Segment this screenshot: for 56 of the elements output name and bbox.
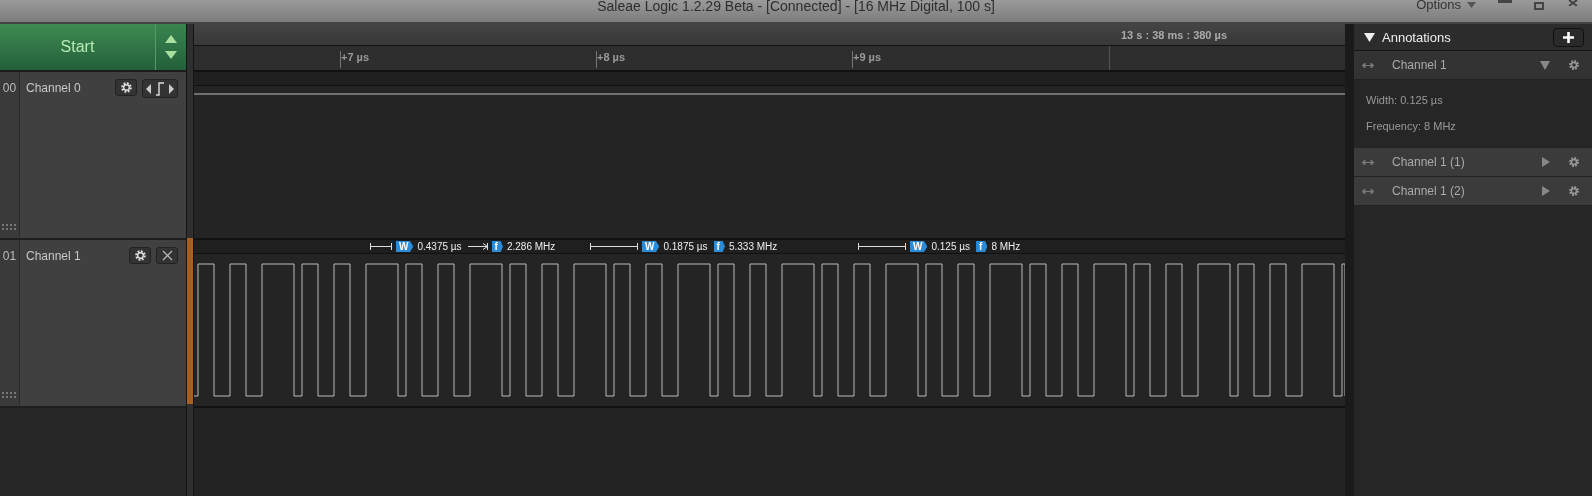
annotation-name: Channel 1 bbox=[1392, 58, 1448, 72]
collapse-icon[interactable] bbox=[1364, 32, 1375, 42]
frequency-value: 2.286 MHz bbox=[506, 241, 556, 252]
width-arrow-icon bbox=[370, 243, 392, 250]
trigger-control[interactable] bbox=[142, 79, 178, 98]
restore-icon[interactable] bbox=[1534, 0, 1546, 10]
width-tag: W bbox=[910, 241, 928, 252]
minimize-icon[interactable] bbox=[1498, 0, 1512, 4]
time-tick-label: +7 µs bbox=[340, 51, 370, 68]
resize-grip-icon[interactable] bbox=[2, 392, 16, 398]
cursor-time: 13 s : 38 ms : 380 µs bbox=[1121, 28, 1227, 41]
right-arrow-icon[interactable] bbox=[168, 83, 174, 94]
time-tick-label: +8 µs bbox=[596, 51, 626, 68]
channel-number: 00 bbox=[0, 72, 20, 238]
caret-icon bbox=[1467, 1, 1476, 8]
annotation-name: Channel 1 (2) bbox=[1392, 184, 1466, 198]
left-arrow-icon[interactable] bbox=[146, 83, 152, 94]
settings-icon[interactable] bbox=[129, 247, 151, 264]
channel-number: 01 bbox=[0, 240, 20, 406]
channel-name: Channel 1 bbox=[26, 249, 81, 263]
rising-edge-icon[interactable] bbox=[155, 81, 165, 96]
annotation-name: Channel 1 (1) bbox=[1392, 155, 1466, 169]
annotation-item[interactable]: Channel 1 (1) bbox=[1354, 148, 1592, 177]
pulse-width: 0.125 µs bbox=[931, 241, 971, 252]
up-down-arrows-icon[interactable] bbox=[156, 24, 186, 70]
pulse-width: 0.1875 µs bbox=[663, 241, 708, 252]
annotations-title: Annotations bbox=[1382, 29, 1452, 45]
frequency-value: 8 MHz bbox=[991, 241, 1021, 252]
resize-grip-icon[interactable] bbox=[2, 224, 16, 230]
close-icon[interactable] bbox=[156, 247, 178, 264]
add-icon[interactable] bbox=[1553, 27, 1584, 47]
width-tag: W bbox=[642, 241, 660, 252]
expand-icon[interactable] bbox=[1542, 157, 1550, 167]
double-arrow-icon bbox=[1362, 188, 1374, 194]
annotation-detail: Frequency: 8 MHz bbox=[1366, 120, 1457, 132]
annotation-item[interactable]: Channel 1 (2) bbox=[1354, 177, 1592, 206]
channel-name: Channel 0 bbox=[26, 81, 81, 95]
annotation-detail: Width: 0.125 µs bbox=[1366, 94, 1444, 106]
settings-icon[interactable] bbox=[115, 79, 137, 96]
options-menu[interactable]: Options bbox=[1416, 0, 1476, 11]
double-arrow-icon bbox=[1362, 62, 1374, 68]
window-title: Saleae Logic 1.2.29 Beta - [Connected] - [16 MHz Digital, 100 s] bbox=[597, 0, 995, 13]
expand-icon[interactable] bbox=[1542, 186, 1550, 196]
start-button[interactable]: Start bbox=[0, 24, 156, 70]
width-arrow-icon bbox=[858, 243, 906, 250]
double-arrow-icon bbox=[1362, 159, 1374, 165]
frequency-tag: f bbox=[713, 241, 725, 252]
frequency-value: 5.333 MHz bbox=[728, 241, 778, 252]
frequency-tag: f bbox=[491, 241, 503, 252]
width-arrow-icon bbox=[467, 243, 488, 250]
frequency-tag: f bbox=[976, 241, 988, 252]
close-icon[interactable] bbox=[1568, 0, 1578, 6]
width-tag: W bbox=[396, 241, 414, 252]
time-tick-label: +9 µs bbox=[852, 51, 882, 68]
pulse-width: 0.4375 µs bbox=[417, 241, 462, 252]
width-arrow-icon bbox=[590, 243, 638, 250]
